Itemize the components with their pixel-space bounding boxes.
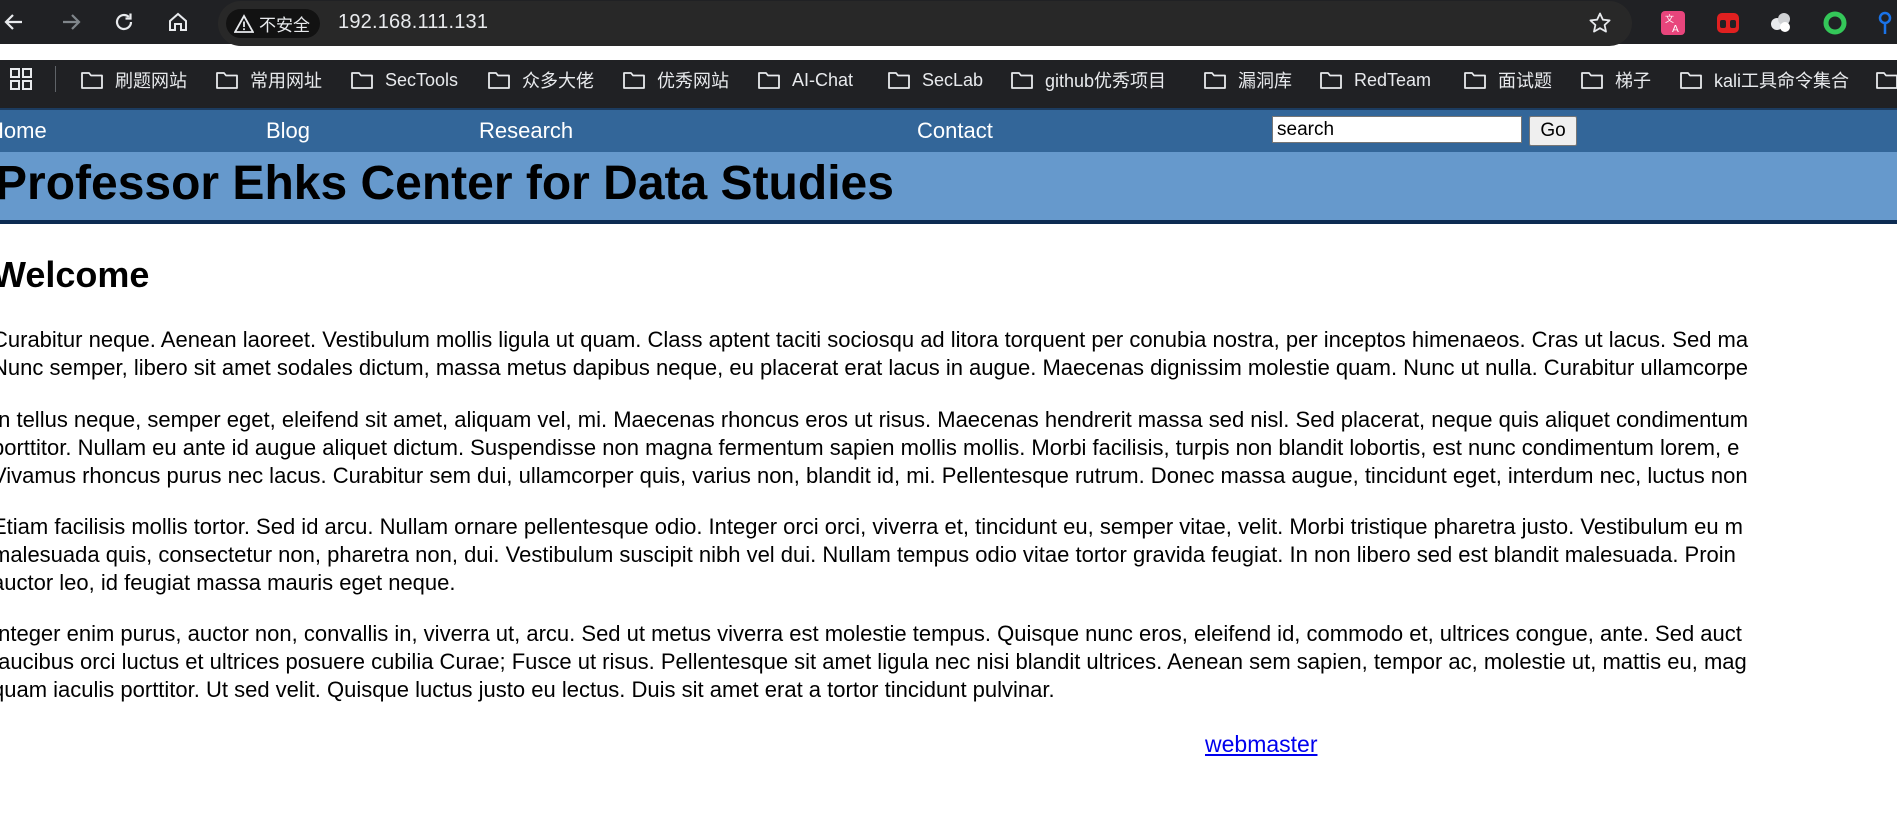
bookmark-label: 众多大佬 [522,71,594,91]
folder-icon [1680,72,1702,89]
bookmark-folder[interactable]: 面试题 [1464,60,1552,100]
site-banner: Professor Ehks Center for Data Studies [0,152,1897,224]
star-icon[interactable] [1588,11,1612,35]
bookmark-label: 梯子 [1615,71,1651,91]
folder-icon [623,72,645,89]
paragraph-line: Etiam facilisis mollis tortor. Sed id ar… [0,514,1743,539]
red-extension-icon[interactable] [1715,10,1741,36]
home-icon[interactable] [162,6,194,38]
paragraph-line: auctor leo, id feugiat massa mauris eget… [0,570,456,595]
cloud-extension-icon[interactable] [1768,10,1794,36]
bookmark-folder[interactable]: 优秀网站 [623,60,729,100]
security-indicator[interactable]: 不安全 [226,9,320,38]
forward-arrow-icon[interactable] [55,6,87,38]
folder-icon [81,72,103,89]
bookmark-folder[interactable]: AI-Chat [758,60,853,100]
bookmark-folder[interactable]: RedTeam [1320,60,1431,100]
folder-icon [1204,72,1226,89]
folder-icon [1011,72,1033,89]
translate-icon[interactable]: 文A [1660,10,1686,36]
bookmark-label: SecTools [385,69,459,90]
nav-research[interactable]: Research [479,118,573,144]
bookmark-label: 漏洞库 [1238,71,1292,91]
folder-icon [488,72,510,89]
key-icon[interactable] [1875,10,1897,36]
bookmark-label: github优秀项目 [1045,71,1167,91]
security-label: 不安全 [259,16,310,35]
bookmark-folder[interactable]: 刷题网站 [81,60,187,100]
bookmark-folder[interactable]: kali工具命令集合 [1680,60,1849,100]
bookmark-label: SecLab [922,69,984,90]
bookmark-label: 面试题 [1498,71,1552,91]
folder-icon [351,72,373,89]
bookmark-label: 优秀网站 [657,71,729,91]
svg-text:A: A [1672,24,1679,35]
bookmarks-divider [55,66,56,92]
paragraph-line: quam iaculis porttitor. Ut sed velit. Qu… [0,677,1055,702]
site-title: Professor Ehks Center for Data Studies [0,157,894,210]
address-bar[interactable]: 不安全 192.168.111.131 [218,1,1632,46]
nav-contact[interactable]: Contact [917,118,993,144]
folder-icon [1581,72,1603,89]
bookmark-label: RedTeam [1354,69,1432,90]
folder-icon [216,72,238,89]
paragraph-line: faucibus orci luctus et ultrices posuere… [0,649,1747,674]
warning-icon [234,13,254,33]
url-text[interactable]: 192.168.111.131 [338,11,488,34]
bookmark-label: kali工具命令集合 [1714,71,1850,91]
bookmark-label: 常用网址 [250,71,322,91]
site-nav: Home Blog Research Contact Go [0,108,1897,152]
webmaster-link[interactable]: webmaster [1205,731,1317,758]
paragraph-line: porttitor. Nullam eu ante id augue aliqu… [0,435,1740,460]
bookmarks-bar: 刷题网站 常用网址 SecTools 众多大佬 优秀网站 AI-Chat Sec… [0,60,1897,108]
paragraph-2: In tellus neque, semper eget, eleifend s… [0,406,1897,490]
green-ring-icon[interactable] [1822,10,1848,36]
bookmark-folder[interactable]: SecLab [888,60,983,100]
browser-toolbar: 不安全 192.168.111.131 文A [0,0,1897,46]
bookmark-folder[interactable]: github优秀项目 [1011,60,1166,100]
bookmark-label: 刷题网站 [115,71,187,91]
folder-icon [1464,72,1486,89]
paragraph-line: Vivamus rhoncus purus nec lacus. Curabit… [0,463,1748,488]
nav-home[interactable]: Home [0,118,47,144]
bookmark-label: AI-Chat [792,69,854,90]
paragraph-4: Integer enim purus, auctor non, convalli… [0,620,1897,704]
back-arrow-icon[interactable] [0,6,30,38]
paragraph-1: Curabitur neque. Aenean laoreet. Vestibu… [0,326,1897,382]
welcome-heading: Welcome [0,254,150,295]
folder-icon [1320,72,1342,89]
paragraph-line: Nunc semper, libero sit amet sodales dic… [0,355,1749,380]
folder-icon [758,72,780,89]
reload-icon[interactable] [108,6,140,38]
bookmark-folder[interactable]: 众多大佬 [488,60,594,100]
search-input[interactable] [1272,116,1522,143]
bookmark-folder[interactable]: 梯子 [1581,60,1651,100]
paragraph-3: Etiam facilisis mollis tortor. Sed id ar… [0,513,1897,597]
bookmark-folder[interactable]: 常用网址 [216,60,322,100]
bookmark-folder[interactable]: SecTools [351,60,458,100]
nav-blog[interactable]: Blog [266,118,310,144]
paragraph-line: Integer enim purus, auctor non, convalli… [0,621,1742,646]
bookmark-folder[interactable]: 漏洞库 [1204,60,1292,100]
paragraph-line: Curabitur neque. Aenean laoreet. Vestibu… [0,327,1749,352]
go-button[interactable]: Go [1529,116,1577,146]
folder-icon [1876,72,1897,89]
paragraph-line: In tellus neque, semper eget, eleifend s… [0,407,1749,432]
apps-grid-icon[interactable] [10,68,34,97]
folder-icon [888,72,910,89]
bookmark-folder-overflow[interactable] [1876,60,1897,100]
paragraph-line: malesuada quis, consectetur non, pharetr… [0,542,1736,567]
